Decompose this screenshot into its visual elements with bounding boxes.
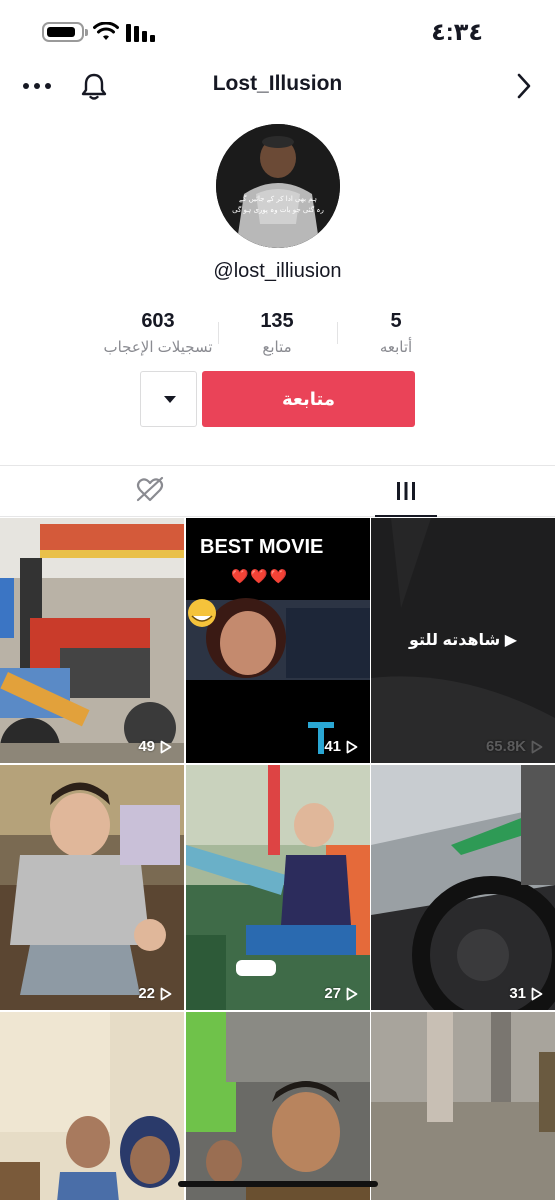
avatar-caption-line2: رہ گئی جو بات وہ پوری ہو گی [232,206,324,214]
view-count: 41 [324,738,358,755]
video-thumbnail[interactable]: BEST MOVIE ❤️❤️❤️ 41 [186,518,370,763]
video-thumbnail[interactable] [0,1012,184,1200]
battery-icon [42,22,88,42]
liked-hidden-icon [136,476,164,502]
play-icon [531,987,543,1000]
just-watched-label: شاهدته للتو ▶ [408,632,518,649]
profile-header: Lost_Illusion [0,64,555,112]
avatar[interactable]: ہم بھی ادا کر کے جائیں گے رہ گئی جو بات … [216,124,340,248]
grid-bars-icon [397,482,415,500]
view-count: 31 [509,985,543,1002]
cellular-signal-icon [126,24,155,42]
video-thumbnail[interactable]: شاهدته للتو ▶ 65.8K [371,518,555,763]
video-thumbnail[interactable]: 49 [0,518,184,763]
video-thumbnail[interactable]: 22 [0,765,184,1010]
suggested-accounts-dropdown-button[interactable] [140,371,197,427]
chevron-right-icon[interactable] [515,72,533,100]
play-icon [160,740,172,753]
follow-button[interactable]: متابعة [202,371,415,427]
stat-following-label: أتابعه [379,339,413,356]
caret-down-icon [164,396,176,403]
play-icon [346,987,358,1000]
tab-liked-videos[interactable] [118,466,182,516]
active-tab-indicator [375,515,437,517]
status-bar: ٤:٣٤ [0,0,555,64]
view-count: 27 [324,985,358,1002]
avatar-caption-line1: ہم بھی ادا کر کے جائیں گے [238,195,318,203]
stat-following[interactable]: 5 أتابعه [321,310,471,356]
play-icon [346,740,358,753]
stat-following-value: 5 [390,310,402,332]
video-thumbnail[interactable] [186,1012,370,1200]
view-count: 65.8K [486,738,543,755]
home-indicator [178,1181,378,1187]
tab-videos[interactable] [375,466,437,517]
play-icon [160,987,172,1000]
profile-title: Lost_Illusion [212,72,343,95]
profile-tabs [0,465,555,517]
video-thumbnail[interactable]: 27 [186,765,370,1010]
status-time: ٤:٣٤ [431,19,483,46]
view-count: 49 [138,738,172,755]
view-count: 22 [138,985,172,1002]
play-icon [531,740,543,753]
video-thumbnail[interactable] [371,1012,555,1200]
video-thumbnail[interactable]: 31 [371,765,555,1010]
thumbnail-title: BEST MOVIE [200,536,324,558]
profile-username: @lost_illiusion [213,260,342,282]
hearts-emoji: ❤️❤️❤️ [231,568,290,584]
wifi-icon [93,22,119,40]
